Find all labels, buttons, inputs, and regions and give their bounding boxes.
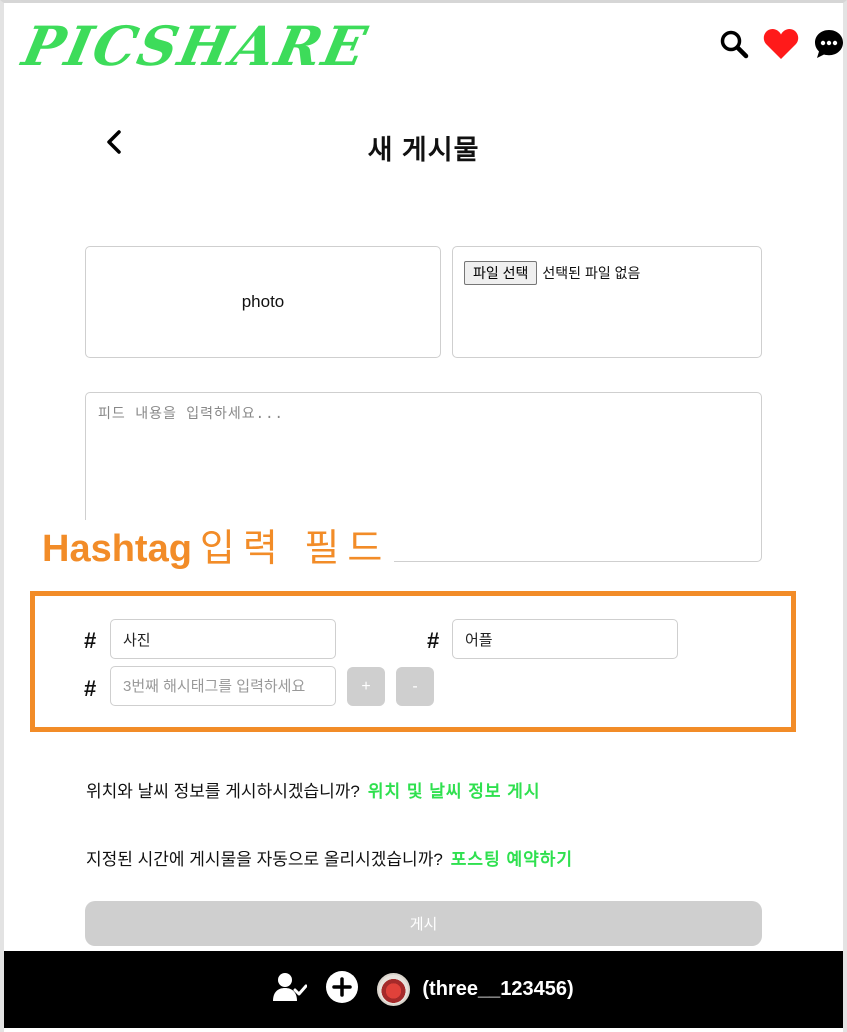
file-upload-area: 파일 선택 선택된 파일 없음	[452, 246, 762, 358]
add-hashtag-button[interactable]: +	[347, 667, 385, 706]
post-button[interactable]: 게시	[85, 901, 762, 946]
username-label[interactable]: (three__123456)	[422, 978, 573, 1001]
photo-label: photo	[241, 292, 285, 311]
bottom-nav: (three__123456)	[4, 951, 843, 1028]
annotation-label-en: Hashtag	[42, 528, 192, 570]
annotation-label-ko: 입력 필드	[199, 528, 391, 570]
remove-hashtag-button[interactable]: -	[396, 667, 434, 706]
app-logo[interactable]: PICSHARE	[17, 14, 373, 78]
location-weather-link[interactable]: 위치 및 날씨 정보 게시	[368, 782, 541, 801]
add-circle-icon[interactable]	[325, 970, 359, 1009]
hashtag-annotation-label: Hashtag 입력 필드	[38, 520, 395, 578]
hashtag-input-3[interactable]	[110, 666, 336, 706]
location-question: 위치와 날씨 정보를 게시하시겠습니까?	[86, 782, 360, 801]
choose-file-button[interactable]: 파일 선택	[464, 261, 538, 285]
schedule-question: 지정된 시간에 게시물을 자동으로 올리시겠습니까?	[86, 850, 443, 869]
schedule-row: 지정된 시간에 게시물을 자동으로 올리시겠습니까? 포스팅 예약하기	[86, 845, 573, 870]
hash-symbol-1: #	[84, 628, 97, 653]
hashtag-input-2[interactable]	[452, 619, 678, 659]
hash-symbol-3: #	[84, 676, 97, 701]
hashtag-input-1[interactable]	[110, 619, 336, 659]
header-actions	[719, 28, 845, 60]
page-title: 새 게시물	[367, 135, 480, 165]
heart-icon[interactable]	[763, 28, 799, 60]
photo-preview: photo	[85, 246, 441, 358]
file-status-text: 선택된 파일 없음	[542, 265, 641, 281]
chat-icon[interactable]	[813, 28, 845, 60]
search-icon[interactable]	[719, 29, 749, 59]
schedule-post-link[interactable]: 포스팅 예약하기	[451, 850, 573, 869]
hash-symbol-2: #	[427, 628, 440, 653]
hashtag-highlight-box	[30, 591, 796, 732]
avatar[interactable]	[377, 973, 411, 1006]
user-check-icon[interactable]	[273, 972, 308, 1007]
location-weather-row: 위치와 날씨 정보를 게시하시겠습니까? 위치 및 날씨 정보 게시	[86, 777, 541, 802]
